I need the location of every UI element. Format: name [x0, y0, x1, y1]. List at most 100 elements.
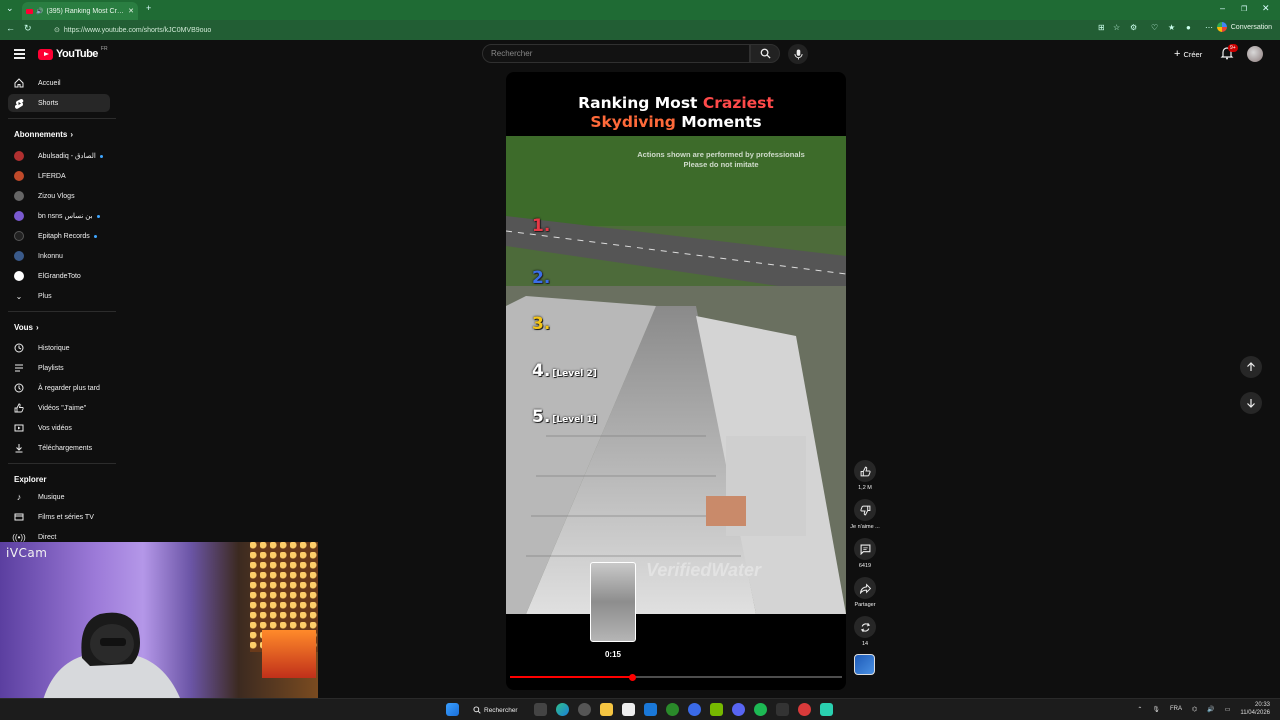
mail-icon[interactable] — [644, 703, 657, 716]
channel-name: Inkonnu — [38, 252, 63, 260]
spotify-icon[interactable] — [754, 703, 767, 716]
reader-view-icon[interactable]: ⊞ — [1098, 23, 1105, 32]
restore-button[interactable]: ❐ — [1241, 5, 1247, 13]
recorder-icon[interactable] — [798, 703, 811, 716]
create-button[interactable]: + Créer — [1168, 46, 1208, 62]
dislike-action[interactable]: Je n'aime ... — [850, 499, 880, 530]
dislike-button[interactable] — [854, 499, 876, 521]
youtube-logo-text: YouTube — [56, 48, 98, 60]
sidebar-item-channel[interactable]: ElGrandeToto — [8, 267, 110, 285]
sound-thumbnail[interactable] — [854, 654, 875, 675]
reload-icon[interactable]: ↻ — [24, 23, 32, 34]
comment-icon — [860, 544, 870, 555]
sidebar-item-playlists[interactable]: Playlists — [8, 359, 110, 377]
minimize-button[interactable]: – — [1220, 3, 1225, 13]
sidebar-item-channel[interactable]: Inkonnu — [8, 247, 110, 265]
sidebar-item-liked-videos[interactable]: Vidéos "J'aime" — [8, 399, 110, 417]
app-icon[interactable] — [776, 703, 789, 716]
sidebar-item-channel[interactable]: Abulsadiq - الصادق — [8, 147, 110, 165]
more-options-icon[interactable]: ⋯ — [1205, 23, 1213, 32]
sidebar-item-shorts[interactable]: Shorts — [8, 94, 110, 112]
site-info-icon[interactable]: ⊙ — [54, 26, 60, 34]
share-action[interactable]: Partager — [852, 577, 878, 608]
youtube-logo[interactable]: YouTube FR — [38, 46, 108, 60]
profile-avatar-icon[interactable]: ● — [1186, 23, 1191, 32]
like-action[interactable]: 1,2 M — [852, 460, 878, 491]
rank-number: 4. — [532, 361, 551, 381]
sidebar-item-plus[interactable]: ⌄ Plus — [8, 287, 110, 305]
you-heading[interactable]: Vous › — [14, 323, 39, 332]
create-label: Créer — [1183, 49, 1203, 59]
sidebar-item-movies[interactable]: Films et séries TV — [8, 508, 110, 526]
progress-scrubber-handle[interactable] — [629, 673, 637, 681]
vpn-icon[interactable] — [688, 703, 701, 716]
taskbar-search[interactable]: Rechercher — [473, 703, 518, 717]
url-field[interactable]: ⊙ https://www.youtube.com/shorts/kJC0MVB… — [44, 23, 1104, 37]
remix-action[interactable]: 14 — [852, 616, 878, 647]
hamburger-menu-icon[interactable] — [14, 49, 25, 59]
app-icon[interactable] — [820, 703, 833, 716]
sidebar-item-channel[interactable]: Epitaph Records — [8, 227, 110, 245]
favorites-icon[interactable]: ★ — [1168, 23, 1175, 32]
sidebar-item-channel[interactable]: bn nsns بن نساس — [8, 207, 110, 225]
youtube-favicon-icon — [26, 8, 33, 14]
explore-heading-label: Explorer — [14, 475, 47, 484]
user-avatar[interactable] — [1247, 46, 1263, 62]
notification-count-badge: 9+ — [1228, 44, 1238, 52]
sidebar-item-your-videos[interactable]: Vos vidéos — [8, 419, 110, 437]
speaker-icon[interactable]: 🔊 — [36, 8, 43, 15]
short-video-player[interactable]: Ranking Most Craziest Skydiving Moments … — [506, 72, 846, 690]
file-explorer-icon[interactable] — [600, 703, 613, 716]
network-icon[interactable]: ⌬ — [1192, 706, 1197, 713]
clock[interactable]: 20:33 11/04/2026 — [1240, 701, 1270, 717]
favorite-star-icon[interactable]: ☆ — [1113, 23, 1120, 32]
tab-list-icon[interactable]: ⌄ — [6, 3, 14, 14]
sidebar-item-accueil[interactable]: Accueil — [8, 74, 110, 92]
battery-icon[interactable]: ▭ — [1225, 706, 1231, 713]
rank-level: [Level 2] — [552, 369, 597, 379]
sidebar-item-music[interactable]: ♪ Musique — [8, 488, 110, 506]
tab-close-icon[interactable]: ✕ — [128, 7, 134, 15]
window-close-button[interactable]: ✕ — [1262, 3, 1270, 14]
chromium-icon[interactable] — [578, 703, 591, 716]
subscriptions-heading-label: Abonnements — [14, 130, 68, 139]
microphone-icon[interactable]: 🎙 — [1152, 706, 1160, 713]
like-button[interactable] — [854, 460, 876, 482]
explore-heading: Explorer — [14, 475, 46, 484]
subscriptions-heading[interactable]: Abonnements › — [14, 130, 73, 139]
next-short-button[interactable] — [1240, 392, 1262, 414]
windows-start-icon[interactable] — [446, 703, 459, 716]
store-icon[interactable] — [622, 703, 635, 716]
share-button[interactable] — [854, 577, 876, 599]
sidebar-item-watch-later[interactable]: À regarder plus tard — [8, 379, 110, 397]
language-indicator[interactable]: FRA — [1170, 706, 1182, 712]
discord-icon[interactable] — [732, 703, 745, 716]
sidebar-item-historique[interactable]: Historique — [8, 339, 110, 357]
sidebar-item-label: Direct — [38, 533, 57, 541]
browser-essentials-icon[interactable]: ♡ — [1151, 23, 1158, 32]
progress-bar[interactable] — [510, 673, 842, 681]
nvidia-icon[interactable] — [710, 703, 723, 716]
sidebar-item-downloads[interactable]: Téléchargements — [8, 439, 110, 457]
comments-action[interactable]: 6419 — [852, 538, 878, 569]
volume-icon[interactable]: 🔊 — [1207, 706, 1214, 713]
copilot-conversation-button[interactable]: Conversation — [1216, 22, 1272, 32]
chevron-up-icon[interactable]: ⌃ — [1137, 706, 1142, 713]
search-input[interactable]: Rechercher — [482, 44, 750, 63]
sidebar-item-label: Accueil — [38, 79, 61, 87]
downloads-icon — [14, 443, 24, 453]
remix-button[interactable] — [854, 616, 876, 638]
edge-browser-icon[interactable] — [556, 703, 569, 716]
search-button[interactable] — [750, 44, 780, 63]
extensions-icon[interactable]: ⚙ — [1130, 23, 1137, 32]
new-tab-button[interactable]: + — [146, 3, 151, 13]
previous-short-button[interactable] — [1240, 356, 1262, 378]
sidebar-item-channel[interactable]: LFERDA — [8, 167, 110, 185]
back-icon[interactable]: ← — [6, 23, 15, 33]
task-view-icon[interactable] — [534, 703, 547, 716]
browser-tab[interactable]: 🔊 (395) Ranking Most Craziest S ✕ — [22, 2, 138, 20]
sidebar-item-channel[interactable]: Zizou Vlogs — [8, 187, 110, 205]
voice-search-button[interactable] — [788, 44, 808, 64]
xbox-icon[interactable] — [666, 703, 679, 716]
comments-button[interactable] — [854, 538, 876, 560]
